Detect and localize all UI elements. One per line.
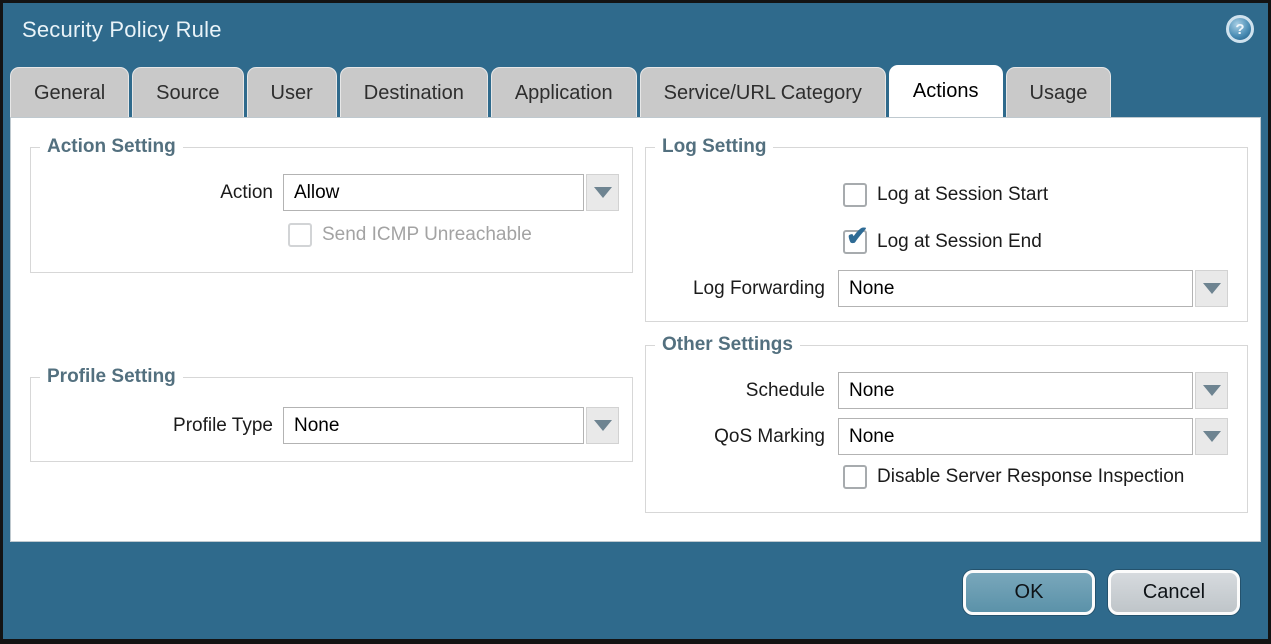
action-dropdown[interactable]: Allow — [283, 174, 619, 211]
dialog-title: Security Policy Rule — [22, 17, 222, 43]
send-icmp-unreachable-checkbox — [288, 223, 312, 247]
schedule-dropdown-value: None — [838, 372, 1193, 409]
send-icmp-unreachable-label: Send ICMP Unreachable — [322, 222, 532, 248]
action-dropdown-value: Allow — [283, 174, 584, 211]
cancel-button[interactable]: Cancel — [1108, 570, 1240, 615]
other-settings-legend: Other Settings — [655, 334, 800, 356]
disable-server-response-inspection-checkbox[interactable] — [843, 465, 867, 489]
tab-source[interactable]: Source — [132, 67, 243, 117]
qos-marking-label: QoS Marking — [655, 418, 825, 455]
log-forwarding-dropdown[interactable]: None — [838, 270, 1228, 307]
schedule-dropdown-button[interactable] — [1195, 372, 1228, 409]
profile-type-dropdown[interactable]: None — [283, 407, 619, 444]
log-at-session-end-checkbox[interactable] — [843, 230, 867, 254]
log-setting-legend: Log Setting — [655, 136, 773, 158]
chevron-down-icon — [1203, 385, 1221, 396]
log-at-session-start-checkbox[interactable] — [843, 183, 867, 207]
tab-service-url-category[interactable]: Service/URL Category — [640, 67, 886, 117]
profile-type-dropdown-value: None — [283, 407, 584, 444]
log-forwarding-dropdown-value: None — [838, 270, 1193, 307]
tab-application[interactable]: Application — [491, 67, 637, 117]
profile-setting-legend: Profile Setting — [40, 366, 183, 388]
tab-bar: General Source User Destination Applicat… — [10, 67, 1111, 117]
action-setting-legend: Action Setting — [40, 136, 183, 158]
chevron-down-icon — [594, 187, 612, 198]
security-policy-rule-dialog: Security Policy Rule ? General Source Us… — [0, 0, 1271, 644]
log-forwarding-dropdown-button[interactable] — [1195, 270, 1228, 307]
tab-actions[interactable]: Actions — [889, 65, 1003, 117]
log-at-session-end-label[interactable]: Log at Session End — [877, 229, 1042, 255]
tab-user[interactable]: User — [247, 67, 337, 117]
tab-usage[interactable]: Usage — [1006, 67, 1112, 117]
qos-marking-dropdown-value: None — [838, 418, 1193, 455]
schedule-dropdown[interactable]: None — [838, 372, 1228, 409]
chevron-down-icon — [594, 420, 612, 431]
qos-marking-dropdown-button[interactable] — [1195, 418, 1228, 455]
chevron-down-icon — [1203, 283, 1221, 294]
profile-type-label: Profile Type — [60, 407, 273, 444]
help-icon[interactable]: ? — [1226, 15, 1254, 43]
log-at-session-start-label[interactable]: Log at Session Start — [877, 182, 1048, 208]
tab-destination[interactable]: Destination — [340, 67, 488, 117]
profile-type-dropdown-button[interactable] — [586, 407, 619, 444]
qos-marking-dropdown[interactable]: None — [838, 418, 1228, 455]
tab-general[interactable]: General — [10, 67, 129, 117]
chevron-down-icon — [1203, 431, 1221, 442]
action-label: Action — [60, 174, 273, 211]
log-forwarding-label: Log Forwarding — [655, 270, 825, 307]
schedule-label: Schedule — [655, 372, 825, 409]
disable-server-response-inspection-label[interactable]: Disable Server Response Inspection — [877, 464, 1184, 490]
help-glyph: ? — [1235, 22, 1244, 37]
ok-button[interactable]: OK — [963, 570, 1095, 615]
action-dropdown-button[interactable] — [586, 174, 619, 211]
